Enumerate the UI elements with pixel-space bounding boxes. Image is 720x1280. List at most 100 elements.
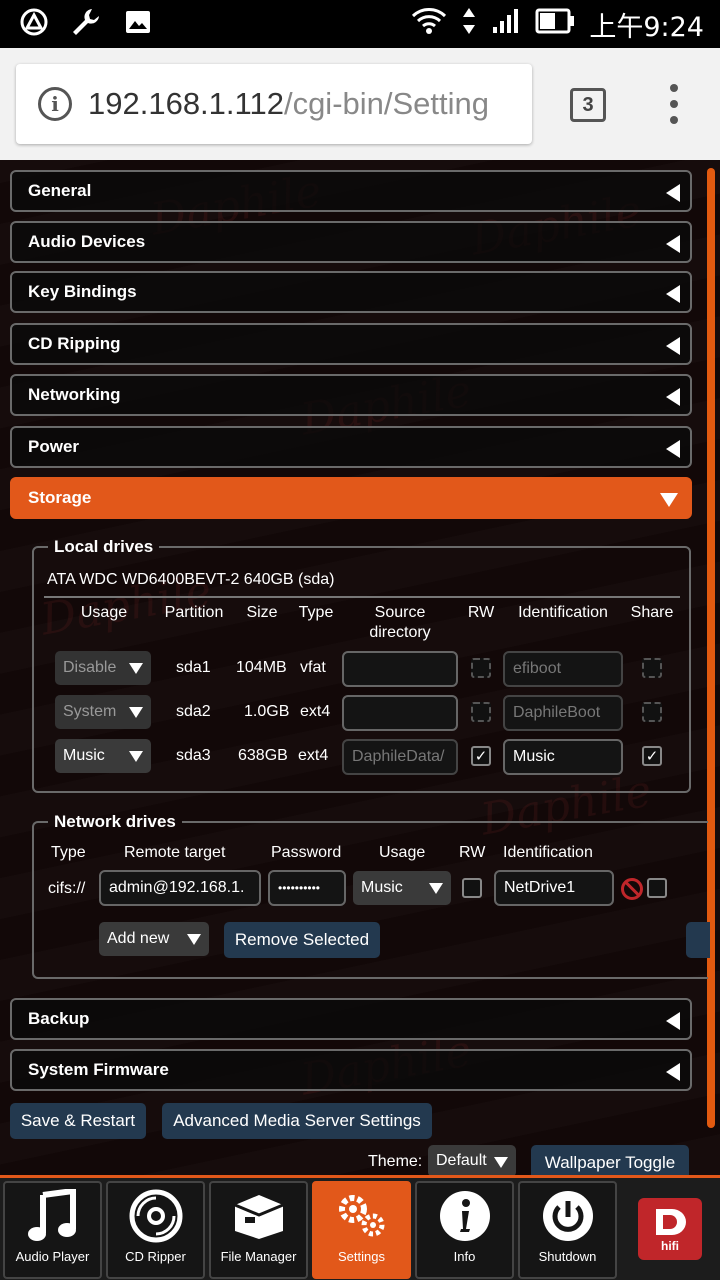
rw-checkbox[interactable] — [471, 658, 491, 678]
chevron-down-icon — [129, 751, 143, 762]
tab-switcher-button[interactable]: 3 — [570, 88, 606, 122]
section-system-firmware[interactable]: System Firmware — [10, 1049, 692, 1091]
usage-select[interactable]: Disable — [55, 651, 151, 685]
rw-checkbox[interactable] — [462, 878, 482, 898]
col-remote-target: Remote target — [124, 844, 226, 861]
col-partition: Partition — [164, 604, 224, 621]
save-restart-button[interactable]: Save & Restart — [10, 1103, 146, 1139]
rw-checkbox[interactable] — [471, 702, 491, 722]
usage-value: Music — [361, 879, 403, 896]
nav-settings[interactable]: Settings — [312, 1181, 411, 1279]
remove-selected-button[interactable]: Remove Selected — [224, 922, 380, 958]
nav-file-manager[interactable]: File Manager — [209, 1181, 308, 1279]
select-checkbox[interactable] — [647, 878, 667, 898]
col-size: Size — [246, 604, 278, 621]
expand-arrow-icon — [666, 285, 680, 303]
section-networking[interactable]: Networking — [10, 374, 692, 416]
section-power[interactable]: Power — [10, 426, 692, 468]
address-bar[interactable]: i 192.168.1.112/cgi-bin/Setting — [16, 64, 532, 144]
wifi-icon — [411, 6, 447, 43]
partition-cell: sda2 — [176, 703, 211, 720]
nav-cd-ripper[interactable]: CD Ripper — [106, 1181, 205, 1279]
col-rw: RW — [459, 844, 486, 861]
network-drives-legend: Network drives — [54, 812, 176, 831]
source-directory-input[interactable]: DaphileData/ — [342, 739, 458, 775]
nav-info[interactable]: Info — [415, 1181, 514, 1279]
usage-value: Disable — [63, 659, 117, 676]
section-audio-devices[interactable]: Audio Devices — [10, 221, 692, 263]
chevron-down-icon — [429, 883, 443, 894]
nav-label: Info — [453, 1249, 476, 1264]
remote-target-input[interactable]: admin@192.168.1. — [99, 870, 261, 906]
col-type: Type — [51, 844, 86, 861]
scrollbar[interactable] — [707, 168, 715, 1128]
usage-select[interactable]: Music — [55, 739, 151, 773]
nav-label: Shutdown — [538, 1249, 597, 1264]
data-transfer-icon — [461, 6, 477, 43]
status-bar: 上午9:24 — [0, 0, 720, 48]
usage-select[interactable]: Music — [353, 871, 451, 905]
share-checkbox[interactable] — [642, 658, 662, 678]
wrench-icon — [70, 6, 102, 43]
partition-cell: sda1 — [176, 659, 211, 676]
daphile-hifi-logo: hifi — [638, 1198, 702, 1260]
nav-audio-player[interactable]: Audio Player — [3, 1181, 102, 1279]
usage-select[interactable]: System — [55, 695, 151, 729]
site-info-icon[interactable]: i — [38, 87, 72, 121]
col-usage: Usage — [80, 604, 128, 621]
add-new-select[interactable]: Add new — [99, 922, 209, 956]
menu-kebab-icon[interactable] — [664, 84, 684, 124]
nav-shutdown[interactable]: Shutdown — [518, 1181, 617, 1279]
expand-arrow-icon — [666, 337, 680, 355]
advanced-settings-button[interactable]: Advanced Media Server Settings — [162, 1103, 432, 1139]
power-icon — [541, 1183, 595, 1249]
section-key-bindings[interactable]: Key Bindings — [10, 271, 692, 313]
wallpaper-toggle-button[interactable]: Wallpaper Toggle — [531, 1145, 689, 1175]
theme-select[interactable]: Default — [428, 1145, 516, 1175]
section-storage[interactable]: Storage — [10, 477, 692, 519]
col-identification: Identification — [503, 844, 593, 861]
col-identification: Identification — [518, 604, 608, 621]
col-share: Share — [630, 604, 674, 621]
expand-arrow-icon — [666, 440, 680, 458]
settings-page: Daphile Daphile Daphile Daphile Daphile … — [0, 160, 720, 1175]
add-new-label: Add new — [107, 930, 170, 947]
section-backup[interactable]: Backup — [10, 998, 692, 1040]
theme-value: Default — [436, 1152, 487, 1169]
expand-arrow-icon — [666, 388, 680, 406]
rw-checkbox[interactable]: ✓ — [471, 746, 491, 766]
section-cd-ripping[interactable]: CD Ripping — [10, 323, 692, 365]
source-directory-input[interactable] — [342, 651, 458, 687]
expand-arrow-icon — [666, 1012, 680, 1030]
section-general[interactable]: General — [10, 170, 692, 212]
chevron-down-icon — [129, 707, 143, 718]
clock: 上午9:24 — [589, 11, 704, 43]
col-rw: RW — [467, 604, 495, 621]
url-host: 192.168.1.112 — [88, 86, 284, 121]
collapse-arrow-icon — [660, 493, 678, 507]
image-icon — [124, 8, 152, 41]
offscreen-button[interactable] — [686, 922, 710, 958]
bottom-navigation: Audio Player CD Ripper File Manager Sett… — [0, 1175, 720, 1280]
section-label: Backup — [28, 1009, 90, 1028]
col-password: Password — [271, 844, 342, 861]
share-checkbox[interactable]: ✓ — [642, 746, 662, 766]
source-directory-input[interactable] — [342, 695, 458, 731]
section-label: Power — [28, 437, 80, 456]
expand-arrow-icon — [666, 184, 680, 202]
url-path: /cgi-bin/Setting — [283, 86, 490, 121]
share-checkbox[interactable] — [642, 702, 662, 722]
identification-input[interactable]: DaphileBoot — [503, 695, 623, 731]
battery-icon — [535, 8, 575, 41]
col-source: Source — [374, 604, 426, 621]
identification-input[interactable]: efiboot — [503, 651, 623, 687]
col-source-line2: directory — [369, 624, 431, 641]
protocol-label: cifs:// — [48, 880, 86, 897]
password-input[interactable]: •••••••••• — [268, 870, 346, 906]
identification-input[interactable]: NetDrive1 — [494, 870, 614, 906]
type-cell: ext4 — [298, 747, 329, 764]
identification-input[interactable]: Music — [503, 739, 623, 775]
expand-arrow-icon — [666, 1063, 680, 1081]
section-label: Key Bindings — [28, 282, 137, 301]
logo-text: hifi — [661, 1239, 679, 1253]
